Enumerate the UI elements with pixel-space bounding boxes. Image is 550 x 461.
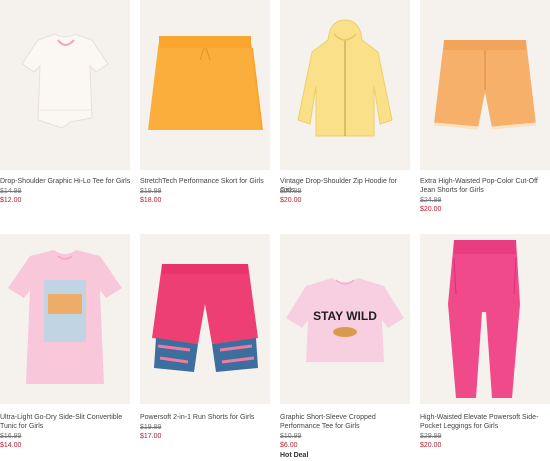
yellow-hoodie-icon: [297, 19, 393, 137]
sale-price: $12.00: [0, 197, 22, 204]
pink-leggings-icon: [448, 240, 520, 398]
product-name[interactable]: Powersoft 2-in-1 Run Shorts for Girls: [140, 413, 272, 422]
sale-price: $17.00: [140, 433, 162, 440]
product-image[interactable]: [140, 0, 270, 170]
product-image[interactable]: [0, 0, 130, 170]
product-name[interactable]: Ultra-Light Go-Dry Side-Slit Convertible…: [0, 413, 132, 431]
pink-run-shorts-icon: [152, 264, 258, 372]
sale-price: $18.00: [140, 197, 162, 204]
original-price: $29.99: [420, 433, 442, 440]
product-name[interactable]: Extra High-Waisted Pop-Color Cut-Off Jea…: [420, 177, 550, 195]
sale-price: $20.00: [420, 442, 442, 449]
sale-price: $20.00: [280, 197, 302, 204]
sale-price: $6.00: [280, 442, 298, 449]
product-image[interactable]: [0, 234, 130, 404]
product-image[interactable]: [420, 234, 550, 404]
pink-cropped-tee-icon: STAY WILD: [286, 278, 404, 362]
sale-price: $14.00: [0, 442, 22, 449]
original-price: $16.99: [0, 433, 22, 440]
original-price: $19.99: [140, 188, 162, 195]
product-name[interactable]: High-Waisted Elevate Powersoft Side-Pock…: [420, 413, 550, 431]
product-name[interactable]: Graphic Short-Sleeve Cropped Performance…: [280, 413, 412, 431]
product-image[interactable]: [140, 234, 270, 404]
original-price: $24.99: [420, 197, 442, 204]
original-price: $26.99: [280, 188, 302, 195]
product-image[interactable]: [280, 0, 410, 170]
orange-jean-shorts-icon: [433, 40, 537, 130]
product-name[interactable]: Drop-Shoulder Graphic Hi-Lo Tee for Girl…: [0, 177, 132, 186]
pink-tunic-icon: [8, 250, 122, 384]
white-tee-icon: [21, 33, 109, 129]
original-price: $10.99: [280, 433, 302, 440]
hot-deal-badge: Hot Deal: [280, 452, 309, 459]
original-price: $19.99: [140, 424, 162, 431]
product-image[interactable]: [420, 0, 550, 170]
product-image[interactable]: STAY WILD: [280, 234, 410, 404]
original-price: $14.99: [0, 188, 22, 195]
tee-graphic-text: STAY WILD: [313, 309, 377, 323]
product-name[interactable]: StretchTech Performance Skort for Girls: [140, 177, 272, 186]
sale-price: $20.00: [420, 206, 442, 213]
orange-skort-icon: [148, 36, 263, 131]
